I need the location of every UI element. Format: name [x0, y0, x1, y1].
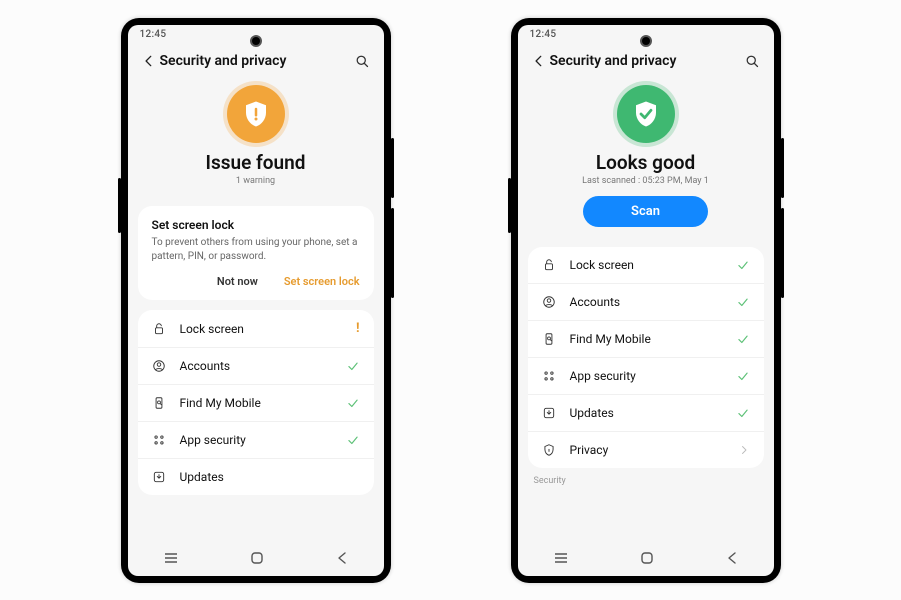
- apps-icon: [152, 433, 172, 447]
- status-ok-indicator: [342, 396, 360, 410]
- status-time: 12:45: [530, 29, 557, 40]
- app-header: Security and privacy: [518, 47, 774, 79]
- status-warning-indicator: !: [342, 321, 360, 336]
- status-ok-indicator: [732, 369, 750, 383]
- back-button[interactable]: [336, 551, 348, 565]
- app-header: Security and privacy: [128, 47, 384, 79]
- list-item-lock-screen[interactable]: Lock screen !: [138, 310, 374, 348]
- chevron-right-icon: [732, 443, 750, 457]
- account-icon: [152, 359, 172, 373]
- list-item-updates[interactable]: Updates: [138, 459, 374, 495]
- item-label: Privacy: [562, 443, 732, 457]
- list-item-find-my-mobile[interactable]: Find My Mobile: [528, 321, 764, 358]
- apps-icon: [542, 369, 562, 383]
- hero-status: Looks good Last scanned : 05:23 PM, May …: [518, 79, 774, 237]
- set-screen-lock-button[interactable]: Set screen lock: [284, 275, 360, 288]
- list-item-app-security[interactable]: App security: [528, 358, 764, 395]
- system-navbar: [518, 540, 774, 576]
- find-mobile-icon: [542, 332, 562, 346]
- search-icon[interactable]: [742, 54, 760, 69]
- status-time: 12:45: [140, 29, 167, 40]
- item-label: Find My Mobile: [562, 332, 732, 346]
- status-ok-indicator: [342, 359, 360, 373]
- update-icon: [152, 470, 172, 484]
- status-ok-indicator: [342, 433, 360, 447]
- status-ok-indicator: [732, 332, 750, 346]
- hero-title: Issue found: [138, 151, 374, 174]
- list-item-lock-screen[interactable]: Lock screen: [528, 247, 764, 284]
- system-navbar: [128, 540, 384, 576]
- recents-button[interactable]: [553, 552, 569, 564]
- item-label: Updates: [562, 406, 732, 420]
- list-item-privacy[interactable]: Privacy: [528, 432, 764, 468]
- item-label: App security: [172, 433, 342, 447]
- hero-subtitle: Last scanned : 05:23 PM, May 1: [528, 176, 764, 186]
- camera-hole: [250, 35, 262, 47]
- item-label: Accounts: [562, 295, 732, 309]
- search-icon[interactable]: [352, 54, 370, 69]
- card-title: Set screen lock: [152, 218, 360, 232]
- item-label: Find My Mobile: [172, 396, 342, 410]
- item-label: Lock screen: [562, 258, 732, 272]
- hero-title: Looks good: [528, 151, 764, 174]
- recents-button[interactable]: [163, 552, 179, 564]
- item-label: Updates: [172, 470, 342, 484]
- back-icon[interactable]: [532, 54, 550, 68]
- back-icon[interactable]: [142, 54, 160, 68]
- item-label: App security: [562, 369, 732, 383]
- settings-list: Lock screen ! Accounts Find My Mobile: [138, 310, 374, 495]
- settings-list: Lock screen Accounts Find My Mobile: [528, 247, 764, 468]
- list-item-accounts[interactable]: Accounts: [528, 284, 764, 321]
- section-label: Security: [518, 468, 774, 488]
- list-item-updates[interactable]: Updates: [528, 395, 764, 432]
- status-ok-indicator: [732, 406, 750, 420]
- update-icon: [542, 406, 562, 420]
- page-title: Security and privacy: [160, 53, 352, 69]
- item-label: Lock screen: [172, 322, 342, 336]
- suggestion-card: Set screen lock To prevent others from u…: [138, 206, 374, 300]
- account-icon: [542, 295, 562, 309]
- privacy-icon: [542, 443, 562, 457]
- list-item-app-security[interactable]: App security: [138, 422, 374, 459]
- not-now-button[interactable]: Not now: [217, 275, 258, 288]
- status-ok-indicator: [732, 295, 750, 309]
- back-button[interactable]: [726, 551, 738, 565]
- home-button[interactable]: [250, 551, 264, 565]
- find-mobile-icon: [152, 396, 172, 410]
- home-button[interactable]: [640, 551, 654, 565]
- list-item-accounts[interactable]: Accounts: [138, 348, 374, 385]
- hero-status: Issue found 1 warning: [128, 79, 384, 196]
- status-ok-indicator: [732, 258, 750, 272]
- camera-hole: [640, 35, 652, 47]
- lock-icon: [152, 322, 172, 336]
- page-title: Security and privacy: [550, 53, 742, 69]
- list-item-find-my-mobile[interactable]: Find My Mobile: [138, 385, 374, 422]
- lock-icon: [542, 258, 562, 272]
- status-ok-icon: [617, 85, 675, 143]
- phone-left: 12:45 Security and privacy Issue found 1…: [121, 18, 391, 583]
- card-subtitle: To prevent others from using your phone,…: [152, 236, 360, 263]
- hero-subtitle: 1 warning: [138, 176, 374, 186]
- phone-right: 12:45 Security and privacy Looks good La…: [511, 18, 781, 583]
- item-label: Accounts: [172, 359, 342, 373]
- scan-button[interactable]: Scan: [583, 196, 708, 227]
- status-warning-icon: [227, 85, 285, 143]
